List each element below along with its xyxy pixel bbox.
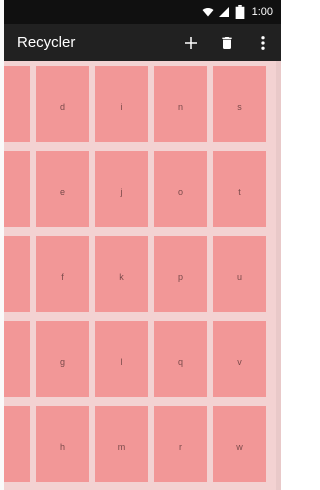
grid-item[interactable]: g xyxy=(36,321,89,397)
grid-item-label: o xyxy=(177,187,183,197)
grid-item-label: i xyxy=(120,102,123,112)
grid-item-label: d xyxy=(59,102,65,112)
grid-item-label: j xyxy=(120,187,123,197)
grid-item-label: w xyxy=(236,442,243,452)
grid-item[interactable]: t xyxy=(213,151,266,227)
signal-icon xyxy=(218,6,230,18)
grid-item[interactable]: k xyxy=(95,236,148,312)
grid-item[interactable]: v xyxy=(213,321,266,397)
grid-item[interactable]: j xyxy=(95,151,148,227)
grid-item[interactable]: e xyxy=(36,151,89,227)
grid-item-label: t xyxy=(238,187,241,197)
grid-item-label: l xyxy=(120,357,123,367)
grid-item[interactable]: r xyxy=(154,406,207,482)
grid-item[interactable]: d xyxy=(36,66,89,142)
grid-item-label: n xyxy=(177,102,183,112)
grid-item[interactable]: s xyxy=(213,66,266,142)
grid-item[interactable]: l xyxy=(95,321,148,397)
grid-item-label: p xyxy=(177,272,183,282)
grid-item-label: r xyxy=(179,442,182,452)
grid-item-label: m xyxy=(117,442,126,452)
more-vert-icon xyxy=(261,35,265,50)
toolbar: Recycler xyxy=(4,24,281,61)
grid-item[interactable]: f xyxy=(36,236,89,312)
grid-item-label: u xyxy=(236,272,242,282)
grid-item-label: k xyxy=(119,272,124,282)
wifi-icon xyxy=(202,6,214,18)
grid-item-label: f xyxy=(61,272,64,282)
recycler-view[interactable]: d e f g h i j k l m n o p q r s t u v w xyxy=(4,61,281,490)
grid-item[interactable] xyxy=(4,236,30,312)
app-frame: 1:00 Recycler d e f g h i j k l m n o p q r s t u v w xyxy=(0,0,281,490)
status-time: 1:00 xyxy=(251,6,273,18)
grid-item[interactable]: u xyxy=(213,236,266,312)
grid-item-label: g xyxy=(59,357,65,367)
grid-item[interactable] xyxy=(4,321,30,397)
trash-icon xyxy=(222,36,232,49)
add-button[interactable] xyxy=(173,25,209,61)
grid-item-label: q xyxy=(177,357,183,367)
grid-item-label: s xyxy=(237,102,242,112)
grid-item[interactable]: i xyxy=(95,66,148,142)
toolbar-title: Recycler xyxy=(17,34,76,51)
battery-icon xyxy=(234,5,246,19)
grid-item[interactable]: q xyxy=(154,321,207,397)
grid-item[interactable]: m xyxy=(95,406,148,482)
grid-item[interactable]: p xyxy=(154,236,207,312)
grid-item[interactable]: h xyxy=(36,406,89,482)
plus-icon xyxy=(185,36,197,49)
grid-item-label: h xyxy=(59,442,65,452)
grid-item-label: e xyxy=(59,187,65,197)
grid-item-label: v xyxy=(237,357,242,367)
status-bar: 1:00 xyxy=(4,0,281,24)
grid-item[interactable]: w xyxy=(213,406,266,482)
grid-item[interactable]: o xyxy=(154,151,207,227)
grid-item[interactable]: n xyxy=(154,66,207,142)
scroll-edge xyxy=(276,61,281,490)
more-options-button[interactable] xyxy=(245,25,281,61)
delete-button[interactable] xyxy=(209,25,245,61)
grid-item[interactable] xyxy=(4,151,30,227)
grid-item[interactable] xyxy=(4,406,30,482)
grid-item[interactable] xyxy=(4,66,30,142)
